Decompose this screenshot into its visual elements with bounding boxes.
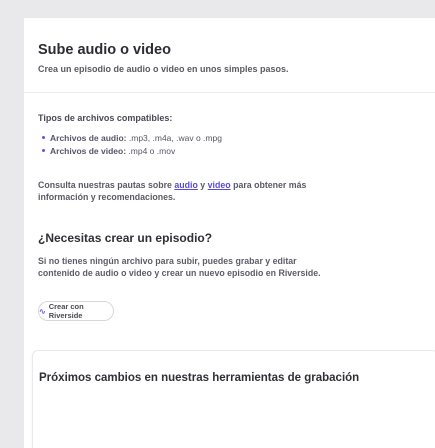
video-types-formats: .mp4 o .mov <box>126 146 176 156</box>
need-episode-heading: ¿Necesitas crear un episodio? <box>38 231 213 245</box>
list-item: Archivos de video: .mp4 o .mov <box>42 146 435 156</box>
supported-types-heading: Tipos de archivos compatibles: <box>38 113 173 123</box>
list-item: Archivos de audio: .mp3, .m4a, .wav o .m… <box>42 133 435 143</box>
guidelines-prefix: Consulta nuestras pautas sobre <box>38 180 175 190</box>
riverside-wave-icon: ∿ <box>39 306 46 316</box>
card-title: Próximos cambios en nuestras herramienta… <box>39 372 360 384</box>
guidelines-text: Consulta nuestras pautas sobre audio y v… <box>38 179 338 203</box>
video-types-label: Archivos de video: <box>50 146 127 156</box>
supported-types-list: Archivos de audio: .mp3, .m4a, .wav o .m… <box>24 133 435 156</box>
divider <box>24 92 435 93</box>
need-episode-body: Si no tienes ningún archivo para subir, … <box>38 256 321 278</box>
audio-types-label: Archivos de audio: <box>50 133 127 143</box>
create-with-riverside-button[interactable]: ∿ Crear con Riverside <box>38 301 114 321</box>
page-title: Sube audio o video <box>38 42 171 58</box>
upload-panel: Sube audio o video Crea un episodio de a… <box>24 18 435 448</box>
guidelines-middle: y <box>197 180 208 190</box>
audio-types-formats: .mp3, .m4a, .wav o .mpg <box>126 133 222 143</box>
page-subtitle: Crea un episodio de audio o video en uno… <box>38 64 289 74</box>
video-guidelines-link[interactable]: video <box>208 180 231 190</box>
audio-guidelines-link[interactable]: audio <box>174 180 197 190</box>
create-with-riverside-label: Crear con Riverside <box>48 302 84 320</box>
recording-tools-changes-card: Próximos cambios en nuestras herramienta… <box>32 350 435 448</box>
